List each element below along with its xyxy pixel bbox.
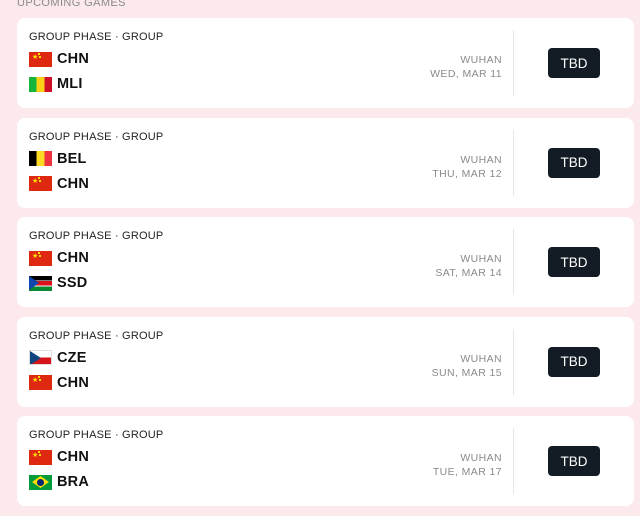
tbd-button[interactable]: TBD	[548, 147, 600, 178]
team-code: CHN	[57, 449, 90, 465]
game-venue: WUHAN SAT, MAR 14	[435, 252, 502, 280]
team-code: MLI	[57, 76, 83, 92]
south-sudan-flag-icon	[29, 275, 52, 291]
game-venue: WUHAN THU, MAR 12	[432, 153, 502, 181]
tbd-button[interactable]: TBD	[548, 346, 600, 377]
game-date: THU, MAR 12	[432, 167, 502, 180]
game-card[interactable]: GROUP PHASE · GROUP CZE ★ CHN WUHAN SUN,…	[17, 316, 634, 407]
game-card[interactable]: GROUP PHASE · GROUP ★ CHN MLI WUHAN WED,…	[17, 18, 634, 108]
game-city: WUHAN	[460, 452, 502, 464]
czechia-flag-icon	[29, 350, 52, 365]
game-phase: GROUP PHASE · GROUP	[29, 329, 164, 342]
game-card[interactable]: GROUP PHASE · GROUP ★ CHN SSD WUHAN SAT,…	[17, 217, 634, 307]
game-city: WUHAN	[460, 153, 502, 166]
china-flag-icon: ★	[29, 176, 52, 191]
section-title: UPCOMING GAMES	[17, 0, 126, 9]
china-flag-icon: ★	[29, 51, 52, 67]
game-venue: WUHAN TUE, MAR 17	[433, 451, 502, 479]
team-code: SSD	[57, 275, 88, 291]
team-home: ★ CHN	[29, 449, 89, 465]
game-date: SAT, MAR 14	[435, 267, 502, 279]
china-flag-icon: ★	[29, 375, 52, 390]
brazil-flag-icon	[29, 474, 52, 490]
china-flag-icon: ★	[29, 449, 52, 465]
card-divider	[513, 30, 514, 96]
team-code: CHN	[57, 175, 90, 192]
card-divider	[513, 428, 514, 494]
games-list: GROUP PHASE · GROUP ★ CHN MLI WUHAN WED,…	[17, 18, 634, 516]
team-home: BEL	[29, 151, 87, 167]
china-flag-icon: ★	[29, 250, 52, 266]
team-home: CZE	[29, 350, 87, 366]
team-code: CHN	[57, 51, 90, 67]
card-divider	[513, 328, 514, 395]
team-away: ★ CHN	[29, 375, 89, 391]
game-venue: WUHAN SUN, MAR 15	[432, 352, 502, 380]
team-code: BEL	[57, 150, 87, 167]
team-away: BRA	[29, 474, 89, 490]
game-card[interactable]: GROUP PHASE · GROUP ★ CHN BRA WUHAN TUE,…	[17, 416, 634, 506]
team-away: SSD	[29, 275, 87, 291]
game-phase: GROUP PHASE · GROUP	[29, 130, 164, 143]
game-city: WUHAN	[460, 253, 502, 265]
team-home: ★ CHN	[29, 250, 89, 266]
team-code: CZE	[57, 349, 87, 366]
game-date: SUN, MAR 15	[431, 366, 502, 379]
team-away: MLI	[29, 76, 83, 92]
game-phase: GROUP PHASE · GROUP	[29, 429, 164, 441]
team-away: ★ CHN	[29, 176, 89, 192]
game-date: WED, MAR 11	[430, 68, 502, 80]
game-card[interactable]: GROUP PHASE · GROUP BEL ★ CHN WUHAN THU,…	[17, 117, 634, 208]
tbd-button[interactable]: TBD	[548, 48, 600, 78]
card-divider	[513, 129, 514, 196]
game-venue: WUHAN WED, MAR 11	[430, 53, 502, 81]
game-date: TUE, MAR 17	[432, 466, 502, 478]
tbd-button[interactable]: TBD	[548, 247, 600, 277]
team-home: ★ CHN	[29, 51, 89, 67]
team-code: BRA	[57, 474, 90, 490]
tbd-button[interactable]: TBD	[548, 446, 600, 476]
team-code: CHN	[57, 374, 90, 391]
game-phase: GROUP PHASE · GROUP	[29, 31, 164, 43]
game-city: WUHAN	[460, 54, 502, 66]
team-code: CHN	[57, 250, 90, 266]
game-phase: GROUP PHASE · GROUP	[29, 230, 164, 242]
belgium-flag-icon	[29, 151, 52, 166]
card-divider	[513, 229, 514, 295]
game-city: WUHAN	[460, 352, 502, 365]
mali-flag-icon	[29, 76, 52, 92]
